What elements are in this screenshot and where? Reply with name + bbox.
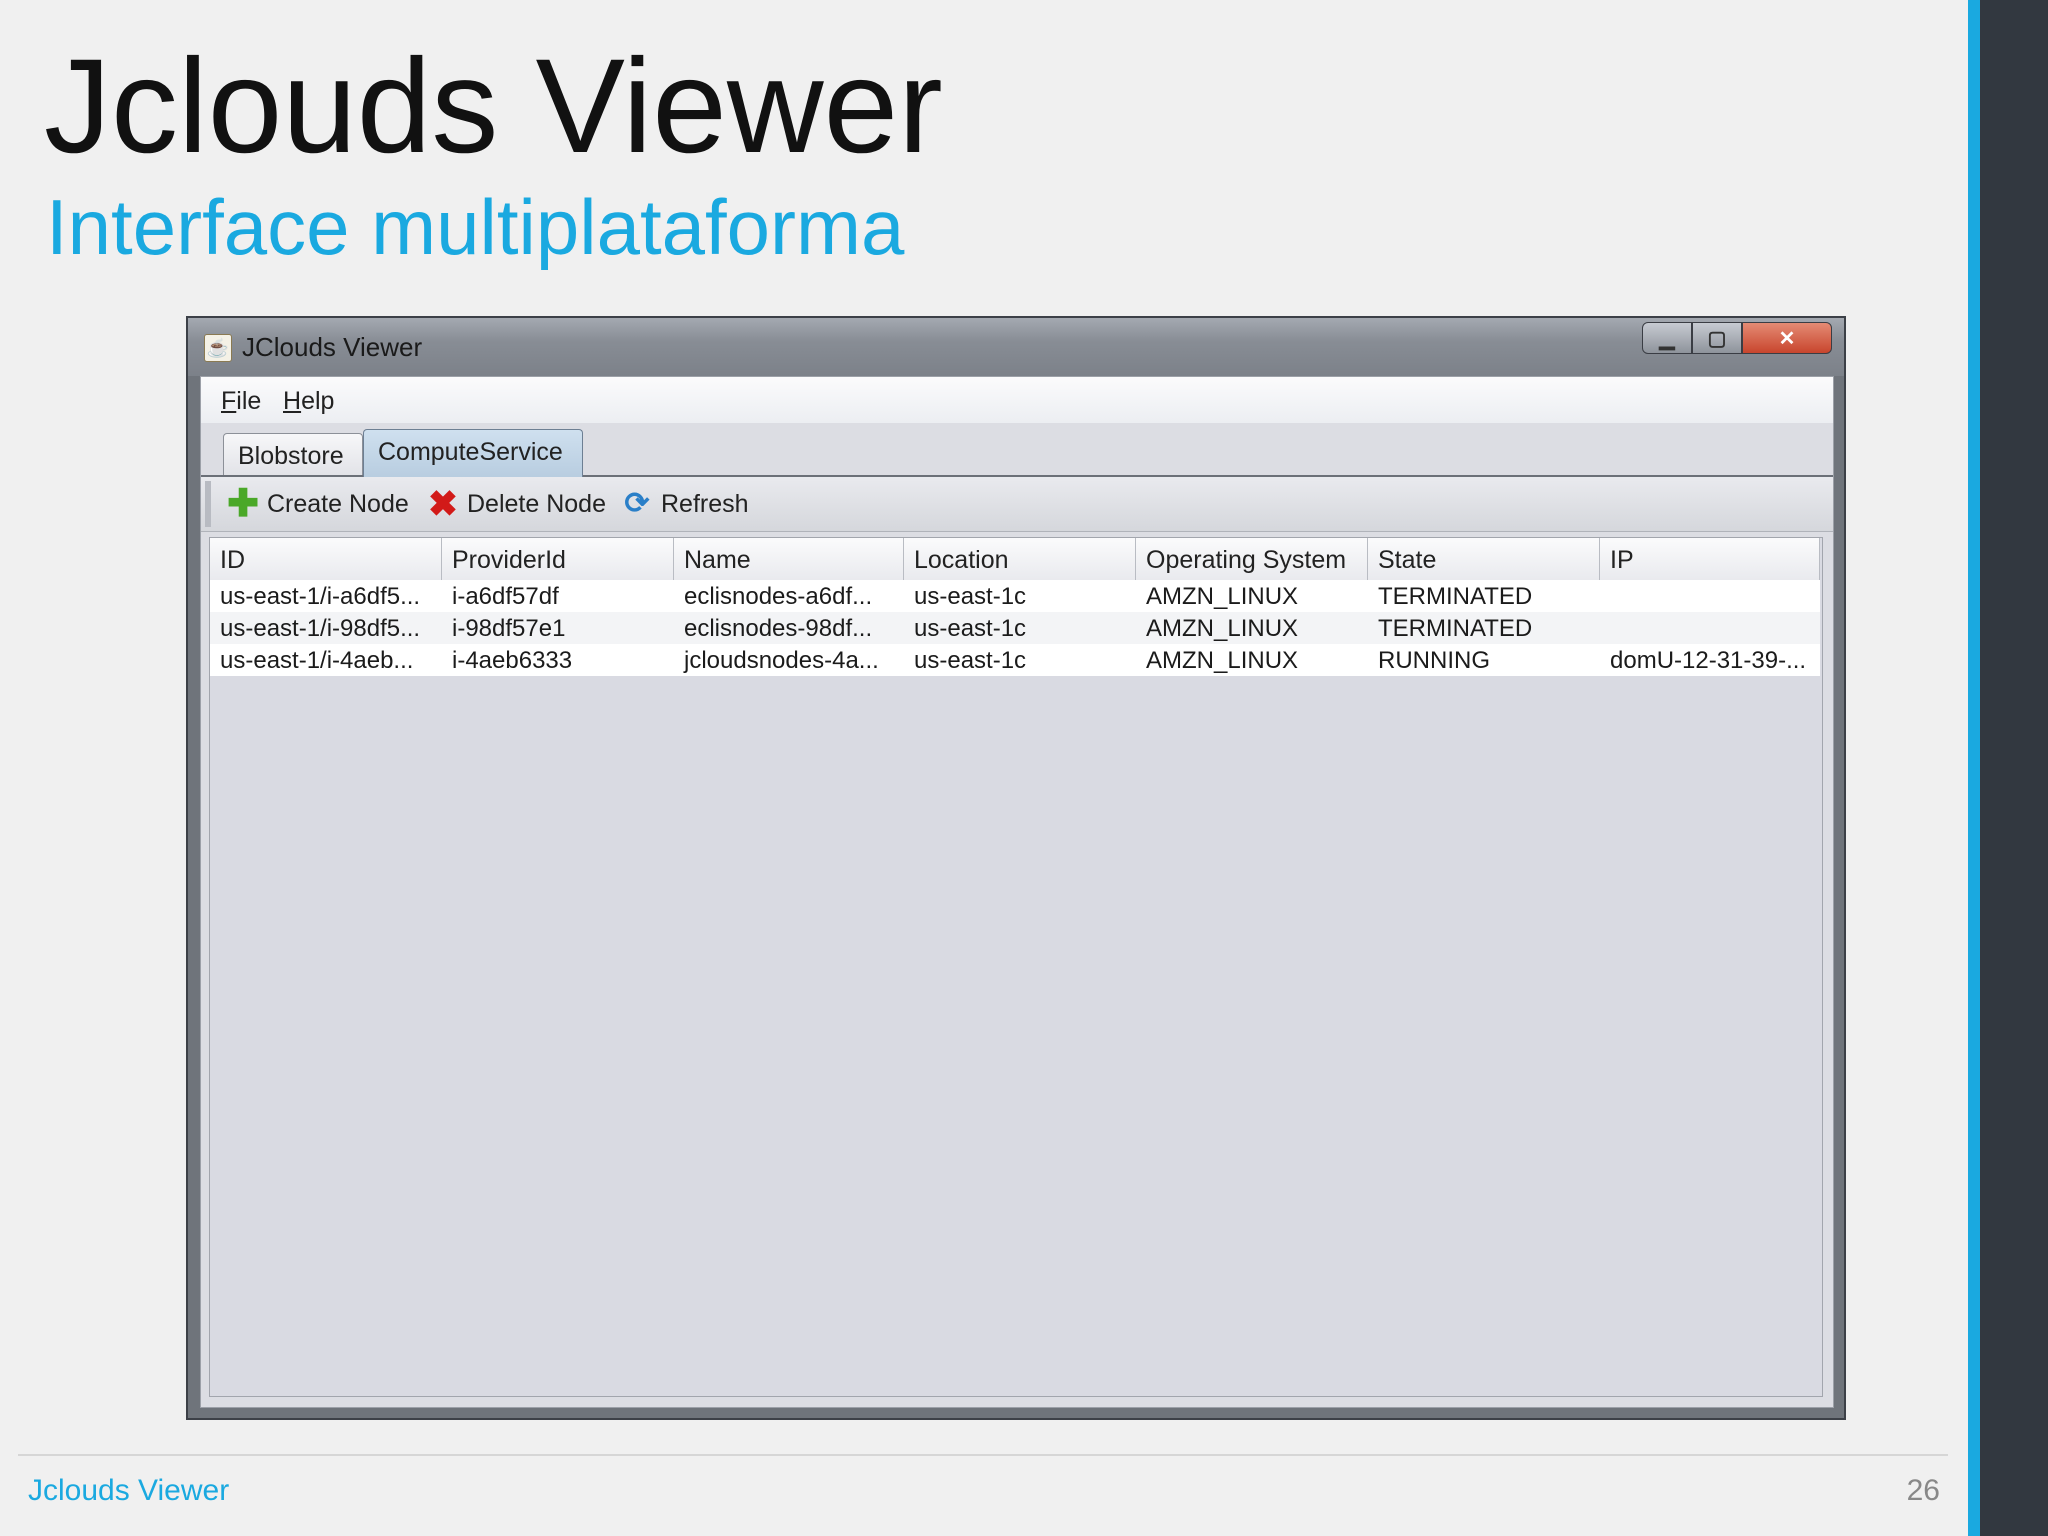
- cell-state: TERMINATED: [1378, 583, 1533, 610]
- slide-subtitle: Interface multiplataforma: [46, 183, 905, 271]
- table-row[interactable]: us-east-1/i-4aeb... i-4aeb6333 jcloudsno…: [210, 644, 1820, 676]
- close-button[interactable]: ✕: [1742, 322, 1832, 354]
- cell-operating-system: AMZN_LINUX: [1146, 583, 1299, 610]
- column-header-ip[interactable]: IP: [1600, 538, 1820, 580]
- menu-file[interactable]: File: [221, 387, 261, 416]
- toolbar: ✚ Create Node ✖ Delete Node ⟳ Refresh: [201, 477, 1833, 532]
- minimize-button[interactable]: ▁: [1642, 322, 1692, 354]
- menu-help-mnemonic: H: [283, 387, 302, 415]
- column-header-id[interactable]: ID: [210, 538, 442, 580]
- column-header-providerid[interactable]: ProviderId: [442, 538, 674, 580]
- cell-operating-system: AMZN_LINUX: [1146, 615, 1299, 642]
- cell-ip: [1600, 580, 1820, 612]
- table-row[interactable]: us-east-1/i-98df5... i-98df57e1 eclisnod…: [210, 612, 1820, 644]
- cell-providerid: i-4aeb6333: [452, 647, 573, 674]
- slide-accent-bar: [1968, 0, 1980, 1536]
- cell-ip: domU-12-31-39-...: [1610, 647, 1807, 674]
- create-node-label: Create Node: [267, 489, 409, 518]
- menu-file-mnemonic: F: [221, 387, 237, 415]
- cell-id: us-east-1/i-4aeb...: [220, 647, 414, 674]
- app-window: ☕ JClouds Viewer ▁ ▢ ✕ File Help Blobsto…: [186, 316, 1846, 1420]
- tab-computeservice[interactable]: ComputeService: [363, 429, 583, 477]
- cell-location: us-east-1c: [914, 583, 1027, 610]
- column-header-name[interactable]: Name: [674, 538, 904, 580]
- cell-state: TERMINATED: [1378, 615, 1533, 642]
- tab-blobstore[interactable]: Blobstore: [223, 433, 363, 475]
- cell-state: RUNNING: [1378, 647, 1490, 674]
- page-number: 26: [1906, 1474, 1940, 1507]
- maximize-icon: ▢: [1707, 327, 1727, 350]
- create-node-button[interactable]: ✚ Create Node: [227, 485, 409, 523]
- cell-providerid: i-a6df57df: [452, 583, 559, 610]
- cell-location: us-east-1c: [914, 647, 1027, 674]
- column-header-operating-system[interactable]: Operating System: [1136, 538, 1368, 580]
- window-titlebar[interactable]: ☕ JClouds Viewer ▁ ▢ ✕: [188, 318, 1844, 376]
- slide-title: Jclouds Viewer: [44, 32, 943, 181]
- column-header-state[interactable]: State: [1368, 538, 1600, 580]
- window-controls: ▁ ▢ ✕: [1642, 322, 1832, 356]
- toolbar-grip[interactable]: [205, 481, 211, 527]
- cell-id: us-east-1/i-98df5...: [220, 615, 421, 642]
- cell-ip: [1600, 612, 1820, 644]
- cell-providerid: i-98df57e1: [452, 615, 566, 642]
- refresh-label: Refresh: [661, 489, 749, 518]
- cell-id: us-east-1/i-a6df5...: [220, 583, 421, 610]
- table-body: us-east-1/i-a6df5... i-a6df57df eclisnod…: [210, 580, 1820, 676]
- refresh-icon: ⟳: [624, 487, 650, 520]
- slide-side-panel: [1980, 0, 2048, 1536]
- menu-bar: File Help: [201, 377, 1833, 424]
- refresh-button[interactable]: ⟳ Refresh: [621, 485, 749, 523]
- cell-operating-system: AMZN_LINUX: [1146, 647, 1299, 674]
- tab-strip: Blobstore ComputeService: [201, 423, 1833, 477]
- nodes-table[interactable]: ID ProviderId Name Location Operating Sy…: [209, 537, 1823, 1397]
- menu-help-label: elp: [301, 387, 335, 415]
- cell-name: eclisnodes-98df...: [684, 615, 873, 642]
- cell-name: eclisnodes-a6df...: [684, 583, 873, 610]
- footer-title: Jclouds Viewer: [28, 1474, 230, 1507]
- cell-location: us-east-1c: [914, 615, 1027, 642]
- x-icon: ✖: [427, 483, 459, 524]
- cell-name: jcloudsnodes-4a...: [684, 647, 879, 674]
- close-icon: ✕: [1778, 327, 1796, 350]
- plus-icon: ✚: [227, 483, 259, 525]
- delete-node-label: Delete Node: [467, 489, 606, 518]
- column-header-location[interactable]: Location: [904, 538, 1136, 580]
- minimize-icon: ▁: [1659, 327, 1675, 350]
- table-header: ID ProviderId Name Location Operating Sy…: [210, 538, 1820, 581]
- maximize-button[interactable]: ▢: [1692, 322, 1742, 354]
- window-title: JClouds Viewer: [242, 332, 423, 362]
- table-row[interactable]: us-east-1/i-a6df5... i-a6df57df eclisnod…: [210, 580, 1820, 612]
- java-cup-icon: ☕: [204, 334, 232, 362]
- window-content: File Help Blobstore ComputeService ✚ Cre…: [200, 376, 1834, 1408]
- footer-divider: [18, 1454, 1948, 1456]
- delete-node-button[interactable]: ✖ Delete Node: [427, 485, 606, 523]
- menu-help[interactable]: Help: [283, 387, 334, 416]
- menu-file-label: ile: [236, 387, 262, 415]
